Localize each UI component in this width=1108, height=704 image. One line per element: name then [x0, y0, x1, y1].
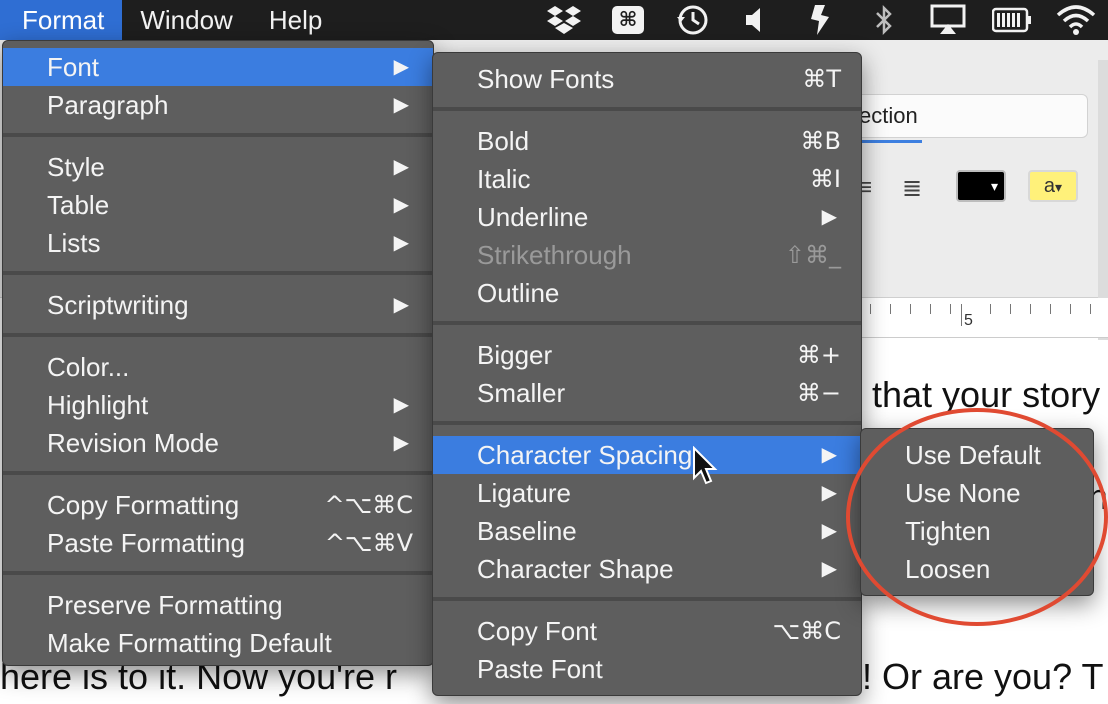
- menu-item-paste-font[interactable]: Paste Font: [433, 650, 861, 688]
- menu-bar: Format Window Help ⌘: [0, 0, 1108, 40]
- highlight-well-label: a: [1043, 175, 1056, 197]
- menu-separator: [433, 597, 861, 601]
- format-menu: Font ▶ Paragraph ▶ Style ▶ Table ▶ Lists…: [2, 40, 434, 666]
- chevron-right-icon: ▶: [393, 294, 409, 316]
- menu-item-show-fonts[interactable]: Show Fonts ⌘T: [433, 60, 861, 98]
- shortcut-label: ⌘+: [796, 341, 841, 369]
- chevron-right-icon: ▶: [821, 558, 837, 580]
- menu-item-strikethrough: Strikethrough ⇧⌘_: [433, 236, 861, 274]
- highlight-color-well[interactable]: a▾: [1028, 170, 1078, 202]
- shortcut-label: ^⌥⌘V: [324, 529, 413, 557]
- menu-separator: [3, 271, 433, 275]
- menu-item-paragraph[interactable]: Paragraph ▶: [3, 86, 433, 124]
- volume-icon[interactable]: [724, 0, 788, 40]
- shortcut-label: ⇧⌘_: [784, 241, 841, 269]
- battery-icon[interactable]: [980, 0, 1044, 40]
- chevron-right-icon: ▶: [393, 232, 409, 254]
- chevron-right-icon: ▶: [393, 56, 409, 78]
- chevron-right-icon: ▶: [393, 394, 409, 416]
- menu-item-color[interactable]: Color...: [3, 348, 433, 386]
- menu-separator: [3, 333, 433, 337]
- menu-item-scriptwriting[interactable]: Scriptwriting ▶: [3, 286, 433, 324]
- menu-item-highlight[interactable]: Highlight ▶: [3, 386, 433, 424]
- chevron-down-icon: ▾: [1055, 179, 1063, 195]
- menu-item-smaller[interactable]: Smaller ⌘−: [433, 374, 861, 412]
- menu-separator: [3, 133, 433, 137]
- menu-item-bigger[interactable]: Bigger ⌘+: [433, 336, 861, 374]
- ruler[interactable]: 5: [860, 298, 1108, 338]
- text-color-well[interactable]: ▾: [956, 170, 1006, 202]
- menu-item-lists[interactable]: Lists ▶: [3, 224, 433, 262]
- menu-separator: [433, 321, 861, 325]
- shortcut-label: ⌘B: [800, 127, 841, 155]
- wifi-icon[interactable]: [1044, 0, 1108, 40]
- shortcut-label: ⌘−: [796, 379, 841, 407]
- ruler-number: 5: [964, 312, 973, 329]
- menu-item-table[interactable]: Table ▶: [3, 186, 433, 224]
- font-submenu: Show Fonts ⌘T Bold ⌘B Italic ⌘I Underlin…: [432, 52, 862, 696]
- airplay-icon[interactable]: [916, 0, 980, 40]
- chevron-right-icon: ▶: [821, 520, 837, 542]
- menu-item-font[interactable]: Font ▶: [3, 48, 433, 86]
- time-machine-icon[interactable]: [660, 0, 724, 40]
- menu-item-underline[interactable]: Underline ▶: [433, 198, 861, 236]
- menu-separator: [3, 471, 433, 475]
- style-selection-field[interactable]: ection: [850, 94, 1088, 138]
- chevron-right-icon: ▶: [393, 94, 409, 116]
- dropbox-icon[interactable]: [532, 0, 596, 40]
- bluetooth-icon[interactable]: [852, 0, 916, 40]
- menu-item-paste-formatting[interactable]: Paste Formatting ^⌥⌘V: [3, 524, 433, 562]
- menu-item-character-shape[interactable]: Character Shape ▶: [433, 550, 861, 588]
- menu-separator: [433, 421, 861, 425]
- chevron-right-icon: ▶: [821, 444, 837, 466]
- mouse-cursor-icon: [693, 446, 718, 485]
- menu-item-style[interactable]: Style ▶: [3, 148, 433, 186]
- shortcut-label: ⌥⌘C: [772, 617, 841, 645]
- chevron-right-icon: ▶: [821, 206, 837, 228]
- menu-item-copy-font[interactable]: Copy Font ⌥⌘C: [433, 612, 861, 650]
- menu-format[interactable]: Format: [0, 0, 123, 40]
- menu-item-ligature[interactable]: Ligature ▶: [433, 474, 861, 512]
- shortcut-label: ⌘I: [809, 165, 841, 193]
- menu-item-italic[interactable]: Italic ⌘I: [433, 160, 861, 198]
- command-icon[interactable]: ⌘: [596, 0, 660, 40]
- chevron-right-icon: ▶: [393, 156, 409, 178]
- chevron-right-icon: ▶: [821, 482, 837, 504]
- document-text-line: ! Or are you? T: [862, 656, 1104, 697]
- align-justify-icon[interactable]: ≣: [902, 174, 922, 203]
- menu-item-copy-formatting[interactable]: Copy Formatting ^⌥⌘C: [3, 486, 433, 524]
- menu-separator: [3, 571, 433, 575]
- menu-window[interactable]: Window: [122, 0, 250, 40]
- menu-item-preserve-formatting[interactable]: Preserve Formatting: [3, 586, 433, 624]
- shortcut-label: ⌘T: [802, 65, 841, 93]
- chevron-right-icon: ▶: [393, 432, 409, 454]
- status-icons: ⌘: [532, 0, 1108, 40]
- menu-item-make-formatting-default[interactable]: Make Formatting Default: [3, 624, 433, 662]
- menu-separator: [433, 107, 861, 111]
- menu-help[interactable]: Help: [251, 0, 340, 40]
- chevron-right-icon: ▶: [393, 194, 409, 216]
- active-tab-indicator: [860, 140, 922, 143]
- shortcut-label: ^⌥⌘C: [324, 491, 413, 519]
- menu-item-outline[interactable]: Outline: [433, 274, 861, 312]
- menu-item-revision-mode[interactable]: Revision Mode ▶: [3, 424, 433, 462]
- menu-item-character-spacing[interactable]: Character Spacing ▶: [433, 436, 861, 474]
- menu-item-bold[interactable]: Bold ⌘B: [433, 122, 861, 160]
- tool-icon[interactable]: [788, 0, 852, 40]
- annotation-circle: [846, 408, 1108, 626]
- menu-item-baseline[interactable]: Baseline ▶: [433, 512, 861, 550]
